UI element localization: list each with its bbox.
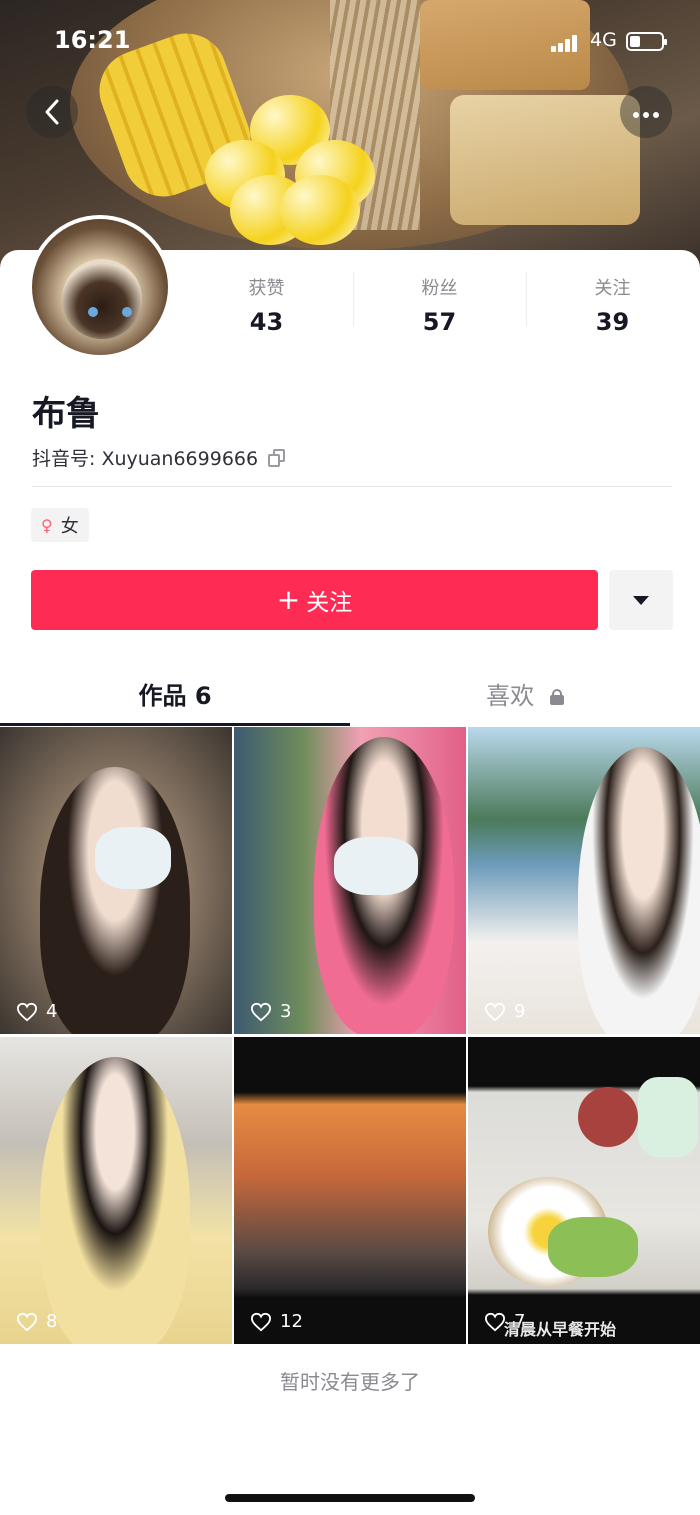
status-time: 16:21: [54, 26, 131, 54]
tab-likes-label: 喜欢: [486, 682, 535, 710]
gender-label: 女: [60, 516, 79, 537]
end-of-list-note: 暂时没有更多了: [280, 1370, 420, 1394]
stat-value: 43: [249, 308, 284, 336]
video-caption: 清晨从早餐开始: [504, 1320, 617, 1339]
stat-likes[interactable]: 获赞 43: [180, 270, 353, 336]
video-thumbnail[interactable]: 12: [234, 1037, 466, 1344]
status-bar: 16:21 4G: [0, 0, 700, 80]
cover-cake: [450, 95, 640, 225]
cover-flower: [205, 95, 375, 245]
profile-nickname: 布鲁: [32, 394, 100, 434]
chevron-left-icon: [45, 99, 59, 125]
stat-label: 关注: [594, 278, 631, 299]
gender-tag: ♀ 女: [31, 508, 89, 542]
stat-label: 粉丝: [421, 278, 458, 299]
like-count: 9: [484, 1001, 525, 1022]
female-icon: ♀: [41, 515, 53, 535]
heart-icon: [16, 1002, 38, 1021]
profile-stats: 获赞 43 粉丝 57 关注 39: [180, 270, 700, 336]
stat-followers[interactable]: 粉丝 57: [353, 270, 526, 336]
avatar-cat-face: [62, 259, 142, 339]
stat-label: 获赞: [248, 278, 285, 299]
heart-icon: [16, 1312, 38, 1331]
video-thumbnail[interactable]: 4: [0, 727, 232, 1034]
avatar[interactable]: [28, 215, 172, 359]
douyin-id-row[interactable]: 抖音号: Xuyuan6699666: [32, 444, 286, 471]
like-count: 4: [16, 1001, 57, 1022]
profile-tabs: 作品 6 喜欢: [0, 660, 700, 726]
stat-following[interactable]: 关注 39: [526, 270, 699, 336]
video-thumbnail[interactable]: 9: [468, 727, 700, 1034]
heart-icon: [250, 1312, 272, 1331]
back-button[interactable]: [26, 86, 78, 138]
heart-icon: [250, 1002, 272, 1021]
caret-down-icon: [633, 595, 649, 605]
follow-label: 关注: [306, 590, 353, 616]
heart-icon: [484, 1312, 506, 1331]
tab-works[interactable]: 作品 6: [0, 660, 350, 726]
tab-works-label: 作品 6: [138, 682, 212, 710]
like-count: 8: [16, 1311, 57, 1332]
signal-icon: [551, 34, 577, 52]
stat-value: 57: [422, 308, 457, 336]
video-thumbnail[interactable]: 8: [0, 1037, 232, 1344]
heart-icon: [484, 1002, 506, 1021]
video-thumbnail[interactable]: 3: [234, 727, 466, 1034]
like-count: 3: [250, 1001, 291, 1022]
like-count: 12: [250, 1311, 303, 1332]
douyin-id: 抖音号: Xuyuan6699666: [32, 448, 259, 470]
battery-icon: [626, 32, 667, 51]
copy-icon[interactable]: [268, 448, 286, 467]
more-dots-icon: [631, 103, 661, 122]
stat-value: 39: [595, 308, 630, 336]
more-button[interactable]: [620, 86, 672, 138]
lock-icon: [549, 689, 564, 705]
follow-button[interactable]: + 关注: [31, 570, 598, 630]
tab-likes[interactable]: 喜欢: [350, 660, 700, 726]
home-indicator[interactable]: [225, 1494, 475, 1502]
divider: [32, 486, 672, 487]
video-thumbnail[interactable]: 7 清晨从早餐开始: [468, 1037, 700, 1344]
recommend-dropdown-button[interactable]: [609, 570, 673, 630]
network-type: 4G: [590, 29, 617, 51]
video-grid: 4 3 9 8 12 7 清晨从早餐开始: [0, 727, 700, 1344]
plus-icon: +: [276, 583, 301, 616]
